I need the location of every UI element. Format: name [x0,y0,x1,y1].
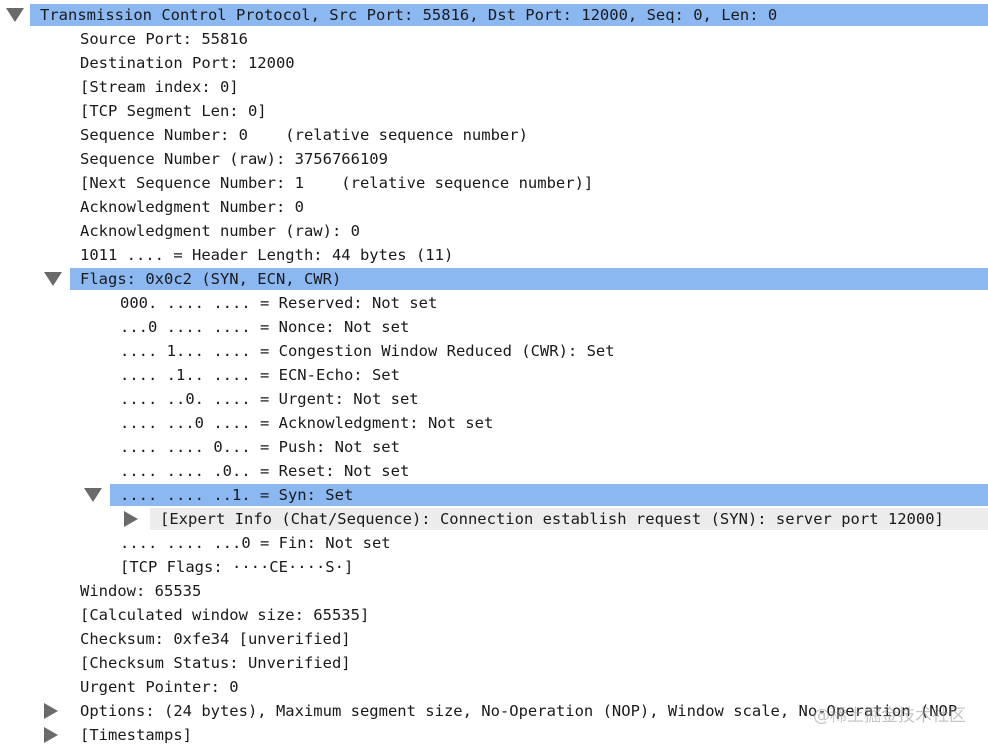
tree-row-label: .... ...0 .... = Acknowledgment: Not set [120,414,494,432]
tree-row-label: [Stream index: 0] [80,78,239,96]
tree-row-label: .... .1.. .... = ECN-Echo: Set [120,366,400,384]
tree-row[interactable]: [Next Sequence Number: 1 (relative seque… [0,171,988,195]
tree-row-label: [Expert Info (Chat/Sequence): Connection… [160,510,944,528]
tree-row-label: Urgent Pointer: 0 [80,678,239,696]
tree-row[interactable]: [TCP Flags: ····CE····S·] [0,555,988,579]
tree-row[interactable]: Options: (24 bytes), Maximum segment siz… [0,699,988,723]
tree-row[interactable]: .... .... .0.. = Reset: Not set [0,459,988,483]
tree-row-label: [Calculated window size: 65535] [80,606,370,624]
tree-row[interactable]: Flags: 0x0c2 (SYN, ECN, CWR) [0,267,988,291]
tree-row[interactable]: 1011 .... = Header Length: 44 bytes (11) [0,243,988,267]
tree-row[interactable]: [Expert Info (Chat/Sequence): Connection… [0,507,988,531]
disclosure-expanded-icon[interactable] [44,272,62,286]
tree-row-label: Options: (24 bytes), Maximum segment siz… [80,702,958,720]
tree-row[interactable]: ...0 .... .... = Nonce: Not set [0,315,988,339]
tree-row[interactable]: Acknowledgment number (raw): 0 [0,219,988,243]
tree-row[interactable]: Source Port: 55816 [0,27,988,51]
packet-details-tree: Transmission Control Protocol, Src Port:… [0,3,988,747]
tree-row[interactable]: [Timestamps] [0,723,988,747]
tree-row[interactable]: Transmission Control Protocol, Src Port:… [0,3,988,27]
tree-row[interactable]: .... .... 0... = Push: Not set [0,435,988,459]
tree-row[interactable]: .... .... ...0 = Fin: Not set [0,531,988,555]
tree-row[interactable]: [TCP Segment Len: 0] [0,99,988,123]
tree-row-label: [Checksum Status: Unverified] [80,654,351,672]
tree-row-label: Destination Port: 12000 [80,54,295,72]
tree-row[interactable]: Urgent Pointer: 0 [0,675,988,699]
disclosure-collapsed-icon[interactable] [44,727,58,743]
tree-row[interactable]: Sequence Number (raw): 3756766109 [0,147,988,171]
tree-row-label: 000. .... .... = Reserved: Not set [120,294,438,312]
tree-row-label: Transmission Control Protocol, Src Port:… [40,6,778,24]
tree-row-label: .... .... ..1. = Syn: Set [120,486,354,504]
tree-row-label: .... 1... .... = Congestion Window Reduc… [120,342,615,360]
tree-row[interactable]: Checksum: 0xfe34 [unverified] [0,627,988,651]
tree-row-label: Sequence Number: 0 (relative sequence nu… [80,126,528,144]
disclosure-expanded-icon[interactable] [84,488,102,502]
tree-row-label: Sequence Number (raw): 3756766109 [80,150,388,168]
tree-row-label: Flags: 0x0c2 (SYN, ECN, CWR) [80,270,342,288]
tree-row[interactable]: .... 1... .... = Congestion Window Reduc… [0,339,988,363]
tree-row-label: .... ..0. .... = Urgent: Not set [120,390,419,408]
disclosure-expanded-icon[interactable] [6,8,24,22]
tree-row-label: [Timestamps] [80,726,192,744]
tree-row[interactable]: .... ...0 .... = Acknowledgment: Not set [0,411,988,435]
tree-row[interactable]: .... .... ..1. = Syn: Set [0,483,988,507]
tree-row[interactable]: Acknowledgment Number: 0 [0,195,988,219]
tree-row[interactable]: 000. .... .... = Reserved: Not set [0,291,988,315]
tree-row[interactable]: [Stream index: 0] [0,75,988,99]
tree-row-label: Acknowledgment Number: 0 [80,198,304,216]
tree-row-label: Window: 65535 [80,582,202,600]
tree-row-label: .... .... 0... = Push: Not set [120,438,400,456]
tree-row-label: .... .... ...0 = Fin: Not set [120,534,391,552]
tree-row-label: ...0 .... .... = Nonce: Not set [120,318,410,336]
tree-row-label: [TCP Flags: ····CE····S·] [120,558,354,576]
tree-row-label: Source Port: 55816 [80,30,248,48]
tree-row[interactable]: Window: 65535 [0,579,988,603]
tree-row-label: [TCP Segment Len: 0] [80,102,267,120]
tree-row[interactable]: [Checksum Status: Unverified] [0,651,988,675]
tree-row-label: .... .... .0.. = Reset: Not set [120,462,410,480]
tree-row-label: [Next Sequence Number: 1 (relative seque… [80,174,594,192]
disclosure-collapsed-icon[interactable] [44,703,58,719]
tree-row-label: Acknowledgment number (raw): 0 [80,222,360,240]
disclosure-collapsed-icon[interactable] [124,511,138,527]
tree-row-label: Checksum: 0xfe34 [unverified] [80,630,351,648]
tree-row[interactable]: .... ..0. .... = Urgent: Not set [0,387,988,411]
tree-row[interactable]: Sequence Number: 0 (relative sequence nu… [0,123,988,147]
tree-row[interactable]: .... .1.. .... = ECN-Echo: Set [0,363,988,387]
tree-row[interactable]: [Calculated window size: 65535] [0,603,988,627]
tree-row[interactable]: Destination Port: 12000 [0,51,988,75]
tree-row-label: 1011 .... = Header Length: 44 bytes (11) [80,246,454,264]
